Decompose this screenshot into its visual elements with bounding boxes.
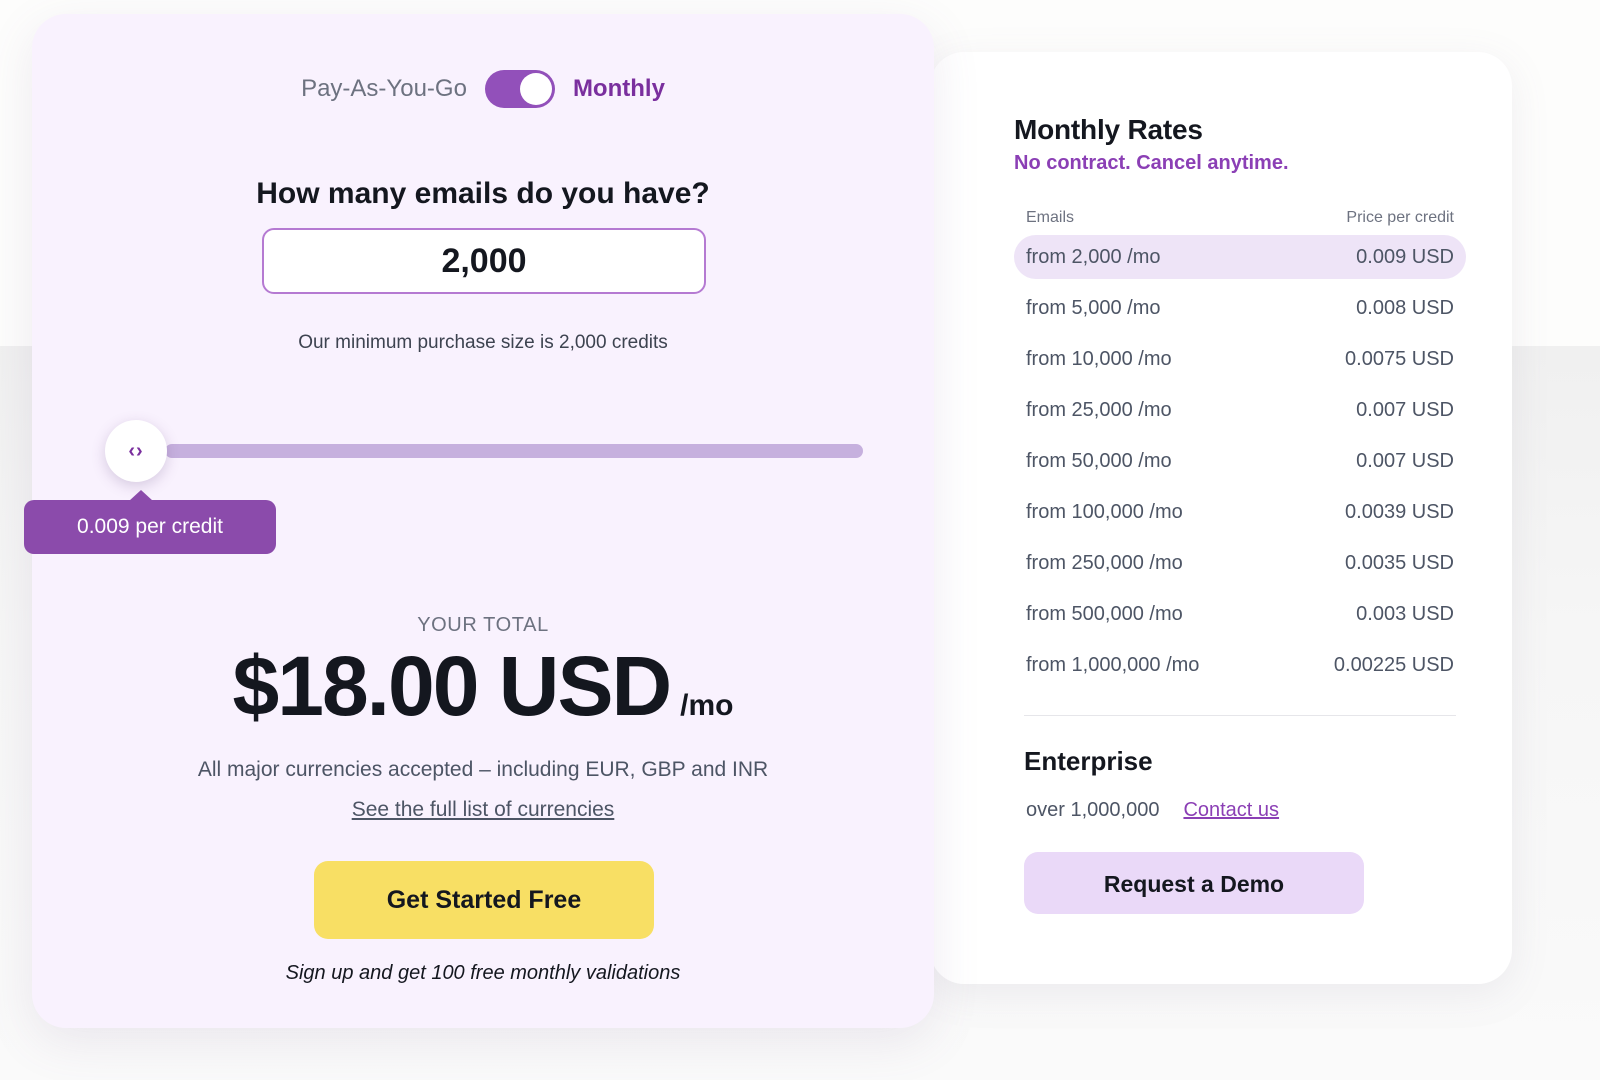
rate-tier: from 100,000 /mo bbox=[1026, 500, 1183, 523]
slider-handle[interactable]: ‹› bbox=[105, 420, 167, 482]
rate-price: 0.0035 USD bbox=[1345, 551, 1454, 574]
rate-price: 0.009 USD bbox=[1356, 245, 1454, 268]
request-demo-button[interactable]: Request a Demo bbox=[1024, 852, 1364, 914]
rate-row[interactable]: from 500,000 /mo 0.003 USD bbox=[1014, 592, 1466, 636]
rates-table-header: Emails Price per credit bbox=[1014, 209, 1466, 235]
rate-tier: from 250,000 /mo bbox=[1026, 551, 1183, 574]
rate-row[interactable]: from 1,000,000 /mo 0.00225 USD bbox=[1014, 643, 1466, 687]
rate-tier: from 50,000 /mo bbox=[1026, 449, 1172, 472]
toggle-label-monthly[interactable]: Monthly bbox=[573, 75, 665, 103]
rate-row[interactable]: from 10,000 /mo 0.0075 USD bbox=[1014, 337, 1466, 381]
rate-tier: from 5,000 /mo bbox=[1026, 296, 1161, 319]
slider-track[interactable] bbox=[165, 444, 863, 458]
billing-toggle-row: Pay-As-You-Go Monthly bbox=[32, 70, 934, 108]
rate-row[interactable]: from 25,000 /mo 0.007 USD bbox=[1014, 388, 1466, 432]
rate-price: 0.0039 USD bbox=[1345, 500, 1454, 523]
rate-price: 0.003 USD bbox=[1356, 602, 1454, 625]
total-price-row: $18.00 USD /mo bbox=[32, 644, 934, 728]
contact-us-link[interactable]: Contact us bbox=[1183, 799, 1279, 822]
calculator-question: How many emails do you have? bbox=[256, 177, 710, 210]
pricing-calculator-card: Pay-As-You-Go Monthly How many emails do… bbox=[24, 14, 934, 1028]
rate-price: 0.008 USD bbox=[1356, 296, 1454, 319]
rate-row[interactable]: from 5,000 /mo 0.008 USD bbox=[1014, 286, 1466, 330]
currency-list-link-wrap: See the full list of currencies bbox=[32, 798, 934, 822]
currency-list-link[interactable]: See the full list of currencies bbox=[352, 798, 615, 821]
toggle-label-payg[interactable]: Pay-As-You-Go bbox=[301, 75, 467, 103]
currency-note: All major currencies accepted – includin… bbox=[197, 758, 769, 781]
rate-row[interactable]: from 2,000 /mo 0.009 USD bbox=[1014, 235, 1466, 279]
rates-subtitle: No contract. Cancel anytime. bbox=[1014, 152, 1289, 174]
total-label: YOUR TOTAL bbox=[417, 614, 549, 636]
total-period: /mo bbox=[680, 689, 734, 722]
minimum-purchase-note: Our minimum purchase size is 2,000 credi… bbox=[298, 332, 668, 353]
rate-price: 0.00225 USD bbox=[1333, 653, 1454, 676]
rate-price: 0.0075 USD bbox=[1345, 347, 1454, 370]
rates-table-body: from 2,000 /mo 0.009 USD from 5,000 /mo 0.0… bbox=[1014, 235, 1466, 687]
monthly-rates-card: Monthly Rates No contract. Cancel anytim… bbox=[930, 52, 1512, 984]
column-header-price: Price per credit bbox=[1346, 209, 1454, 226]
rate-tier: from 10,000 /mo bbox=[1026, 347, 1172, 370]
rate-price: 0.007 USD bbox=[1356, 449, 1454, 472]
email-count-input[interactable] bbox=[262, 228, 706, 294]
total-amount: $18.00 USD bbox=[232, 639, 673, 733]
toggle-knob bbox=[519, 73, 552, 105]
enterprise-volume: over 1,000,000 bbox=[1026, 799, 1160, 821]
rate-tier: from 25,000 /mo bbox=[1026, 398, 1172, 421]
rates-title: Monthly Rates bbox=[1014, 114, 1203, 145]
left-right-chevron-icon: ‹› bbox=[128, 439, 144, 462]
slider-price-tooltip: 0.009 per credit bbox=[24, 490, 276, 554]
slider-tooltip-label: 0.009 per credit bbox=[77, 515, 223, 538]
column-header-emails: Emails bbox=[1026, 209, 1075, 226]
enterprise-title: Enterprise bbox=[1024, 746, 1153, 776]
rate-tier: from 1,000,000 /mo bbox=[1026, 653, 1200, 676]
billing-mode-toggle[interactable] bbox=[484, 70, 555, 108]
section-divider bbox=[1024, 715, 1456, 716]
rate-tier: from 500,000 /mo bbox=[1026, 602, 1183, 625]
rate-row[interactable]: from 100,000 /mo 0.0039 USD bbox=[1014, 490, 1466, 534]
rate-row[interactable]: from 250,000 /mo 0.0035 USD bbox=[1014, 541, 1466, 585]
enterprise-volume-row: over 1,000,000 Contact us bbox=[1026, 799, 1466, 822]
signup-bonus-note: Sign up and get 100 free monthly validat… bbox=[285, 962, 681, 984]
rate-tier: from 2,000 /mo bbox=[1026, 245, 1161, 268]
credits-slider[interactable]: ‹› 0.009 per credit bbox=[24, 414, 934, 584]
get-started-free-button[interactable]: Get Started Free bbox=[314, 861, 654, 939]
rate-price: 0.007 USD bbox=[1356, 398, 1454, 421]
rate-row[interactable]: from 50,000 /mo 0.007 USD bbox=[1014, 439, 1466, 483]
